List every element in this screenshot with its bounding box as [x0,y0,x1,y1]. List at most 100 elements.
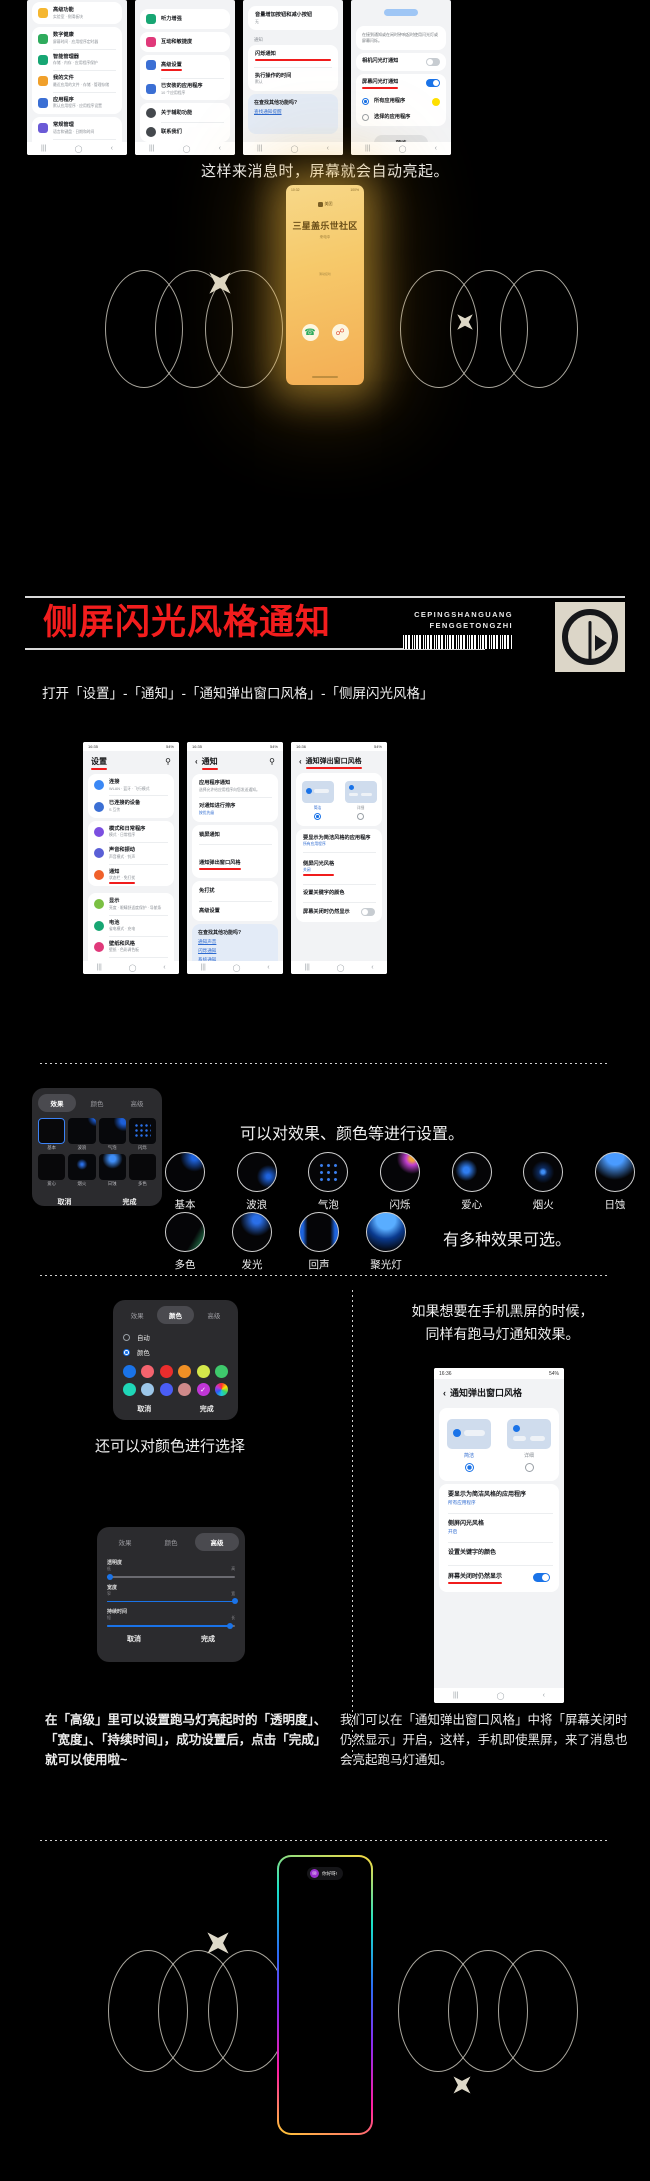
android-navbar[interactable]: ||| ◯ ‹ [83,961,179,974]
color-swatch[interactable] [159,1383,173,1396]
top-shot-settings-advanced[interactable]: 高级功能 实验室 · 侧滑板块 数字健康 屏幕时间 · 应用程序定时器 智能管理… [27,0,127,155]
home-icon[interactable]: ◯ [233,964,241,972]
recents-icon[interactable]: ||| [149,145,154,152]
tab-advanced[interactable]: 高级 [195,1533,239,1551]
effect-cell[interactable] [68,1154,96,1180]
search-icon[interactable]: ⚲ [165,757,171,766]
color-done-button[interactable]: 完成 [200,1404,214,1414]
tab-colors[interactable]: 颜色 [78,1094,116,1112]
search-icon[interactable]: ⚲ [269,757,275,766]
back-icon[interactable]: ‹ [267,964,269,971]
recents-icon[interactable]: ||| [365,145,370,152]
effect-eclipse[interactable]: 日蚀 [594,1152,635,1212]
android-navbar[interactable]: ||| ◯ ‹ [27,142,127,155]
home-icon[interactable]: ◯ [75,145,83,153]
slider-width[interactable]: 宽度 窄 宽 [97,1578,245,1605]
tab-effects[interactable]: 效果 [38,1094,76,1112]
home-icon[interactable]: ◯ [183,145,191,153]
phone-answer-icon[interactable]: ☎ [301,324,319,341]
style-radio-simple[interactable] [314,812,321,820]
home-icon[interactable]: ◯ [497,1692,505,1700]
color-swatch[interactable] [432,97,440,106]
color-swatch[interactable] [196,1365,210,1378]
back-icon[interactable]: ‹ [371,964,373,971]
top-shot-flash-notification[interactable]: 音量增加按钮和减小按钮 无 通知 闪烁通知 执行操作的时间 默认 在查找其他功能… [243,0,343,155]
tab-advanced[interactable]: 高级 [196,1306,232,1324]
camera-flash-toggle[interactable] [426,57,440,66]
color-cancel-button[interactable]: 取消 [137,1404,151,1414]
hint-link[interactable]: 闪烁通知 [198,948,272,954]
right-shot-popup-style[interactable]: 16:36 54% ‹ 通知弹出窗口风格 简洁 详细 要显示为简洁风格的应用程序… [434,1368,564,1703]
color-swatch[interactable] [214,1365,228,1378]
color-swatch[interactable] [123,1383,136,1396]
hint-link[interactable]: 通知声音 [198,939,272,945]
color-swatch[interactable] [123,1365,136,1378]
effect-firework[interactable]: 烟火 [523,1152,564,1212]
radio-all-apps[interactable] [362,98,369,106]
android-navbar[interactable]: ||| ◯ ‹ [291,961,387,974]
top-shot-screen-flash-settings[interactable]: 在接到通知或在闲时钟响起时使用闪光灯或屏幕闪烁。 相机闪光灯通知 屏幕闪光灯通知… [351,0,451,155]
style-option-simple[interactable]: 简洁 [301,781,334,820]
home-icon[interactable]: ◯ [337,964,345,972]
style-radio-detailed[interactable] [524,1462,534,1472]
android-navbar[interactable]: ||| ◯ ‹ [187,961,283,974]
effect-cell[interactable] [98,1118,126,1144]
back-icon[interactable]: ‹ [435,145,437,152]
recents-icon[interactable]: ||| [257,145,262,152]
recents-icon[interactable]: ||| [41,145,46,152]
back-icon[interactable]: ‹ [327,145,329,152]
radio-auto[interactable] [123,1334,130,1341]
effect-multicolor[interactable]: 多色 [165,1212,205,1272]
effect-cell[interactable] [38,1118,66,1144]
advanced-panel[interactable]: 效果 颜色 高级 透明度 低 高 宽度 窄 宽 持续时间 短 长 取消 完成 [97,1527,245,1662]
effect-heart[interactable]: 爱心 [451,1152,492,1212]
style-option-detailed[interactable]: 详细 [507,1419,551,1472]
color-swatch[interactable] [178,1383,192,1396]
recents-icon[interactable]: ||| [304,964,309,971]
mid-shot-notification[interactable]: 16:35 54% ‹ 通知 ⚲ 应用程序通知 选择允许给应用程序向您发送通知。 … [187,742,283,974]
android-navbar[interactable]: ||| ◯ ‹ [351,142,451,155]
back-icon[interactable]: ‹ [111,145,113,152]
color-picker-wheel[interactable] [214,1383,228,1396]
effects-cancel-button[interactable]: 取消 [58,1197,72,1207]
home-icon[interactable]: ◯ [291,145,299,153]
effect-sparkle[interactable]: 闪烁 [379,1152,420,1212]
color-swatch-selected[interactable]: ✓ [196,1383,210,1396]
color-panel[interactable]: 效果 颜色 高级 自动 颜色 ✓ 取消 完成 [113,1300,238,1420]
back-arrow-icon[interactable]: ‹ [195,757,198,766]
back-icon[interactable]: ‹ [163,964,165,971]
advanced-done-button[interactable]: 完成 [201,1634,215,1644]
effect-wave[interactable]: 波浪 [236,1152,277,1212]
color-swatch[interactable] [141,1383,155,1396]
screen-flash-toggle[interactable] [426,78,440,87]
effect-basic[interactable]: 基本 [165,1152,205,1212]
keep-showing-toggle[interactable] [361,907,375,916]
recents-icon[interactable]: ||| [200,964,205,971]
effect-bubble[interactable]: 气泡 [308,1152,349,1212]
effect-cell[interactable] [98,1154,126,1180]
effect-spotlight[interactable]: 聚光灯 [366,1212,406,1272]
home-icon[interactable]: ◯ [399,145,407,153]
color-swatch[interactable] [178,1365,192,1378]
effect-cell[interactable] [128,1154,156,1180]
effect-echo[interactable]: 回声 [299,1212,339,1272]
advanced-cancel-button[interactable]: 取消 [127,1634,141,1644]
tab-colors[interactable]: 颜色 [157,1306,194,1324]
radio-selected-apps[interactable] [362,113,369,121]
effects-panel[interactable]: 效果 颜色 高级 基本 波浪 气泡 闪烁 爱心 烟火 日蚀 多色 取消 完成 [32,1088,162,1206]
slider-opacity[interactable]: 透明度 低 高 [97,1557,245,1580]
back-arrow-icon[interactable]: ‹ [443,1388,446,1398]
effect-cell[interactable] [68,1118,96,1144]
top-shot-accessibility[interactable]: 听力增强 互动和敏捷度 高级设置 已安装的应用程序 10 个应用程序 关于辅助功… [135,0,235,155]
color-swatch[interactable] [141,1365,155,1378]
hint-link[interactable]: 查找通知提醒 [254,109,332,115]
effects-done-button[interactable]: 完成 [123,1197,137,1207]
tab-effects[interactable]: 效果 [103,1533,147,1551]
recents-icon[interactable]: ||| [453,1692,458,1699]
slider-duration[interactable]: 持续时间 短 长 [97,1602,245,1629]
radio-color[interactable] [123,1349,130,1356]
tab-colors[interactable]: 颜色 [149,1533,193,1551]
home-icon[interactable]: ◯ [129,964,137,972]
recents-icon[interactable]: ||| [96,964,101,971]
back-arrow-icon[interactable]: ‹ [299,757,302,766]
